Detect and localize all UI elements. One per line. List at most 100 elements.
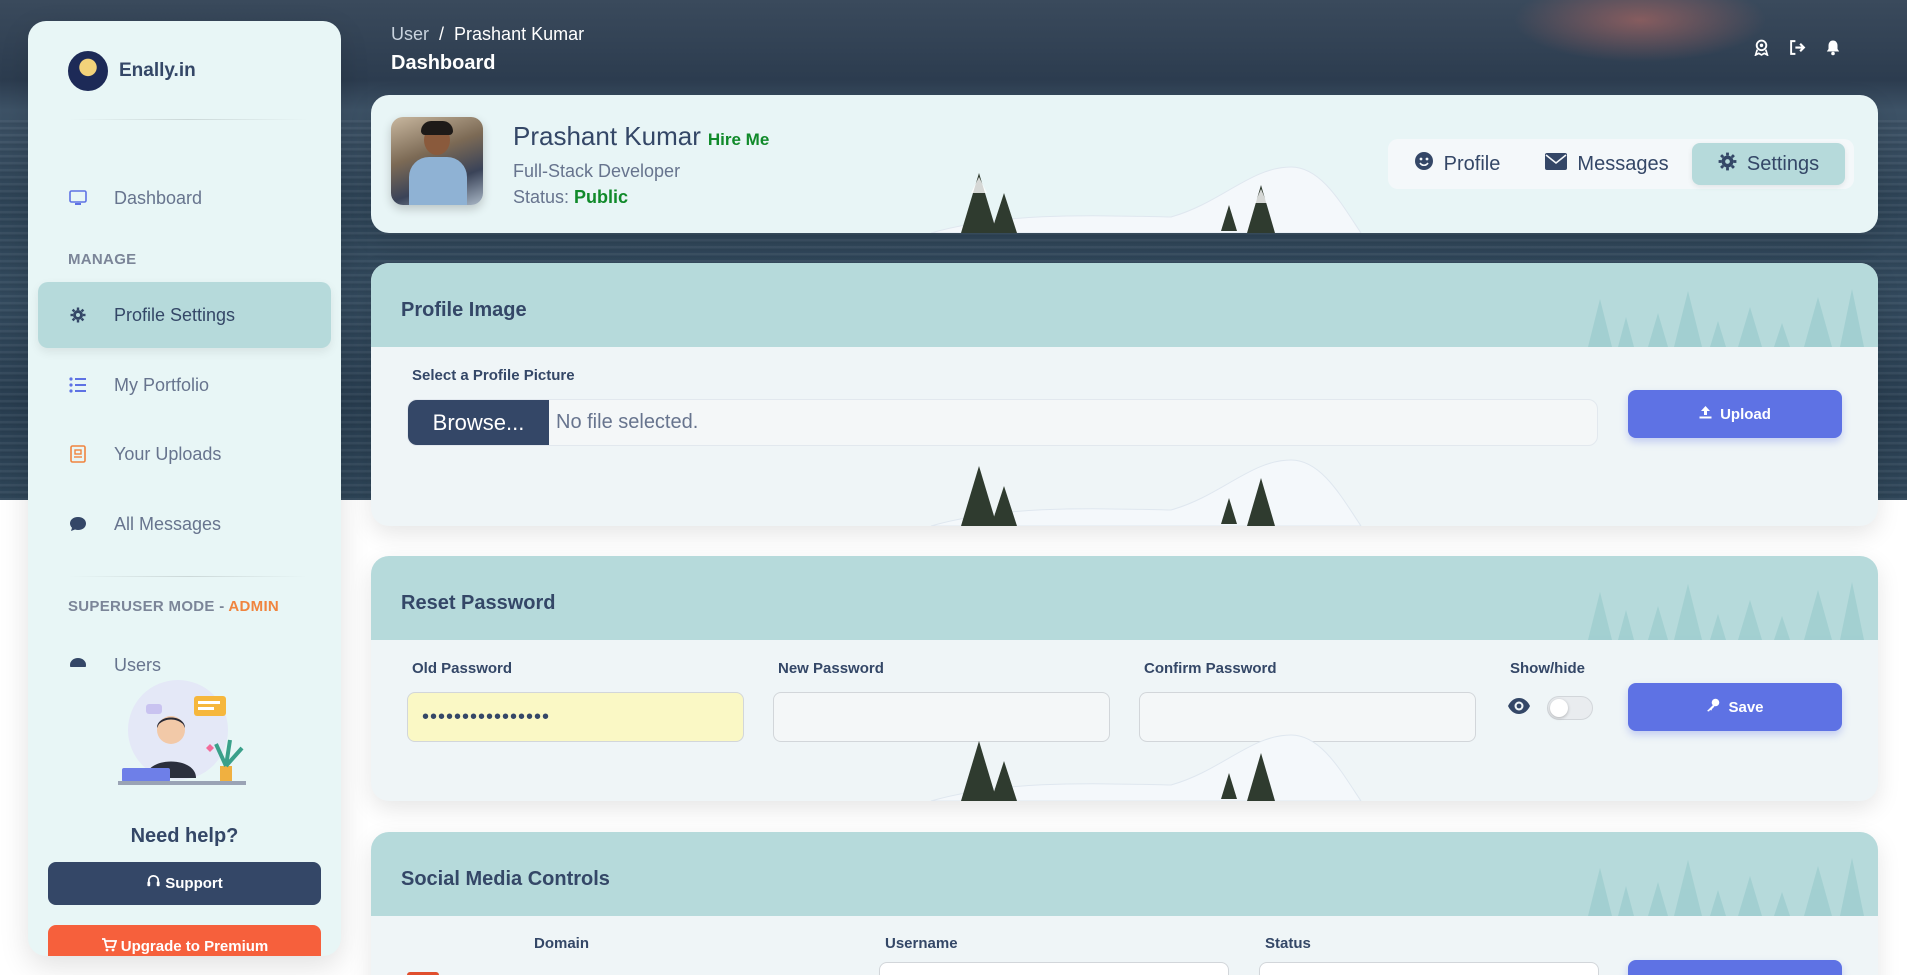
old-password-label: Old Password [412, 660, 513, 677]
support-label: Support [165, 875, 223, 892]
sidebar-item-my-portfolio[interactable]: My Portfolio [38, 352, 331, 418]
file-input[interactable]: Browse... No file selected. [407, 399, 1598, 446]
trees-decoration [1588, 858, 1864, 916]
snow-hills-decoration [930, 734, 1362, 801]
social-media-card: Social Media Controls Domain Username St… [371, 832, 1878, 975]
card-header: Social Media Controls [371, 832, 1878, 916]
hire-me-link[interactable]: Hire Me [708, 130, 769, 150]
profile-name: Prashant Kumar [513, 121, 701, 151]
card-title: Social Media Controls [401, 868, 610, 890]
sidebar-item-label: Users [114, 655, 162, 675]
card-title: Reset Password [401, 592, 556, 614]
breadcrumb-separator: / [439, 24, 445, 44]
upgrade-button[interactable]: Upgrade to Premium [48, 925, 321, 956]
card-header: Profile Image [371, 263, 1878, 347]
support-button[interactable]: Support [48, 862, 321, 905]
profile-image-card: Profile Image Select a Profile Picture B… [371, 263, 1878, 526]
sidebar-item-label: My Portfolio [114, 374, 210, 395]
divider [68, 119, 308, 120]
upload-button[interactable]: Upload [1628, 390, 1842, 438]
tab-messages[interactable]: Messages [1522, 143, 1692, 185]
gear-icon [1718, 152, 1737, 177]
breadcrumb-current: Prashant Kumar [454, 24, 585, 44]
tab-label: Profile [1443, 152, 1501, 175]
show-password-toggle[interactable] [1547, 696, 1593, 720]
username-field[interactable] [879, 962, 1229, 975]
card-header: Reset Password [371, 556, 1878, 640]
admin-badge: ADMIN [228, 598, 280, 615]
card-title: Profile Image [401, 299, 527, 321]
save-label: Save [1728, 698, 1764, 716]
select-picture-label: Select a Profile Picture [412, 367, 575, 384]
upload-icon [1699, 405, 1712, 423]
profile-name-row: Prashant Kumar Hire Me [513, 121, 769, 152]
sidebar-item-users[interactable]: Users [38, 649, 331, 677]
key-icon [1706, 698, 1720, 716]
tab-label: Messages [1577, 152, 1669, 175]
tab-profile[interactable]: Profile [1392, 143, 1522, 185]
domain-column-label: Domain [534, 935, 590, 952]
sidebar-item-dashboard[interactable]: Dashboard [38, 165, 331, 231]
status-label: Status: [513, 187, 570, 207]
users-icon [68, 649, 88, 669]
need-help-heading: Need help? [130, 825, 239, 847]
sidebar-item-profile-settings[interactable]: Profile Settings [38, 282, 331, 348]
trees-decoration [1588, 582, 1864, 640]
tab-label: Settings [1746, 152, 1820, 175]
bell-icon[interactable] [1824, 38, 1842, 56]
social-save-button[interactable] [1628, 960, 1842, 975]
profile-role: Full-Stack Developer [513, 161, 681, 181]
page-title: Dashboard [391, 52, 496, 74]
breadcrumb-root[interactable]: User [391, 24, 429, 45]
showhide-label: Show/hide [1510, 660, 1585, 677]
save-button[interactable]: Save [1628, 683, 1842, 731]
logout-icon[interactable] [1788, 38, 1806, 56]
sidebar-item-label: All Messages [114, 513, 222, 534]
status-value: Public [574, 187, 629, 207]
chat-icon [68, 514, 88, 534]
user-badge-icon[interactable] [1752, 38, 1770, 56]
eye-icon[interactable] [1507, 694, 1531, 718]
trees-decoration [1588, 289, 1864, 347]
browse-button[interactable]: Browse... [408, 400, 549, 445]
monitor-icon [68, 188, 88, 208]
file-status: No file selected. [556, 411, 699, 433]
envelope-icon [1545, 152, 1568, 176]
profile-tabs: Profile Messages Settings [1388, 139, 1854, 189]
divider [68, 576, 308, 577]
reset-password-card: Reset Password Old Password New Password… [371, 556, 1878, 801]
upgrade-label: Upgrade to Premium [120, 938, 269, 955]
list-icon [68, 375, 88, 395]
sidebar: Enally.in Dashboard MANAGE Profile Setti… [28, 21, 341, 956]
upload-label: Upload [1720, 405, 1771, 423]
brand-logo [68, 51, 108, 91]
breadcrumb: User / Prashant Kumar [391, 24, 584, 45]
tab-settings[interactable]: Settings [1692, 143, 1845, 185]
uploads-icon [68, 444, 88, 464]
section-manage: MANAGE [68, 251, 137, 268]
snow-hills-decoration [930, 459, 1362, 526]
snow-hills-decoration [930, 166, 1362, 233]
brand-name: Enally.in [119, 60, 196, 81]
status-select[interactable] [1259, 962, 1599, 975]
status-column-label: Status [1265, 935, 1311, 952]
sidebar-item-your-uploads[interactable]: Your Uploads [38, 421, 331, 487]
confirm-password-label: Confirm Password [1144, 660, 1277, 677]
avatar[interactable] [391, 117, 483, 205]
sidebar-item-label: Dashboard [114, 187, 203, 208]
cart-icon [101, 937, 117, 956]
new-password-label: New Password [778, 660, 884, 677]
section-superuser-label: SUPERUSER MODE - [68, 598, 229, 615]
headset-icon [146, 874, 161, 893]
top-icons [1752, 38, 1842, 56]
smile-icon [1414, 151, 1434, 177]
profile-header-card: Prashant Kumar Hire Me Full-Stack Develo… [371, 95, 1878, 233]
profile-status: Status: Public [513, 187, 628, 208]
gear-icon [68, 305, 88, 325]
username-column-label: Username [885, 935, 958, 952]
sidebar-item-all-messages[interactable]: All Messages [38, 491, 331, 557]
support-illustration [118, 680, 246, 785]
brand[interactable]: Enally.in [68, 51, 196, 91]
old-password-field[interactable]: •••••••••••••••• [407, 692, 744, 742]
section-superuser: SUPERUSER MODE - ADMIN [68, 598, 279, 615]
